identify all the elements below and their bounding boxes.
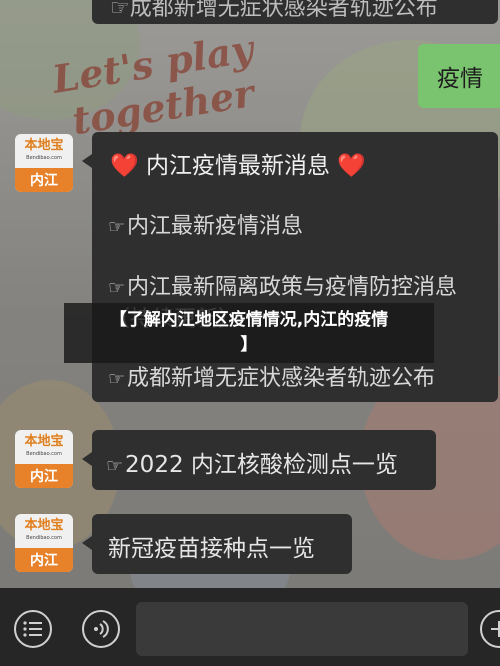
menu-list-icon-glyph bbox=[23, 621, 42, 637]
bot-avatar[interactable]: 本地宝 Bendibao.com 内江 bbox=[15, 430, 73, 488]
message-link-text: 成都新增无症状感染者轨迹公布 bbox=[127, 366, 436, 391]
avatar-city: 内江 bbox=[15, 168, 73, 192]
pointing-hand-icon: ☞ bbox=[108, 277, 126, 299]
message-text: 新冠疫苗接种点一览 bbox=[108, 536, 315, 562]
message-title: ❤️ 内江疫情最新消息 ❤️ bbox=[110, 146, 366, 180]
avatar-logo: 本地宝 bbox=[24, 138, 64, 153]
message-link[interactable]: ☞成都新增无症状感染者轨迹公布 bbox=[108, 360, 435, 392]
caption-line: 】 bbox=[240, 335, 258, 355]
avatar-url: Bendibao.com bbox=[26, 155, 62, 161]
caption-line: 【了解内江地区疫情情况,内江的疫情 bbox=[109, 310, 389, 330]
bot-avatar[interactable]: 本地宝 Bendibao.com 内江 bbox=[15, 514, 73, 572]
bot-message-bubble[interactable]: ☞2022 内江核酸检测点一览 bbox=[82, 430, 436, 490]
menu-list-icon[interactable] bbox=[14, 610, 52, 648]
heart-icon: ❤️ bbox=[337, 153, 366, 179]
user-message-bubble[interactable]: 疫情 bbox=[418, 44, 500, 108]
voice-icon-glyph bbox=[94, 620, 109, 638]
avatar-logo: 本地宝 bbox=[24, 518, 64, 533]
bot-avatar[interactable]: 本地宝 Bendibao.com 内江 bbox=[15, 134, 73, 192]
bot-message-bubble[interactable]: 新冠疫苗接种点一览 bbox=[82, 514, 352, 574]
message-link-text: 2022 内江核酸检测点一览 bbox=[125, 452, 398, 478]
add-icon-glyph bbox=[491, 621, 500, 637]
avatar-logo: 本地宝 bbox=[24, 434, 64, 449]
message-input[interactable] bbox=[136, 602, 468, 656]
avatar-url: Bendibao.com bbox=[26, 451, 62, 457]
heart-icon: ❤️ bbox=[110, 153, 139, 179]
pointing-hand-icon: ☞ bbox=[108, 216, 126, 238]
message-link-text: 内江最新疫情消息 bbox=[127, 214, 304, 239]
chat-input-bar bbox=[0, 588, 500, 666]
add-icon[interactable] bbox=[480, 610, 500, 648]
message-link[interactable]: ☞内江最新疫情消息 bbox=[108, 208, 303, 240]
message-title-text: 内江疫情最新消息 bbox=[145, 153, 330, 179]
voice-icon[interactable] bbox=[82, 610, 120, 648]
message-bubble-previous[interactable]: ☞成都新增无症状感染者轨迹公布 bbox=[92, 0, 498, 24]
pointing-hand-icon: ☞ bbox=[108, 368, 126, 390]
avatar-city: 内江 bbox=[15, 548, 73, 572]
caption-banner: 【了解内江地区疫情情况,内江的疫情 】 bbox=[64, 303, 434, 363]
avatar-city: 内江 bbox=[15, 464, 73, 488]
avatar-url: Bendibao.com bbox=[26, 535, 62, 541]
pointing-hand-icon: ☞ bbox=[106, 455, 124, 477]
